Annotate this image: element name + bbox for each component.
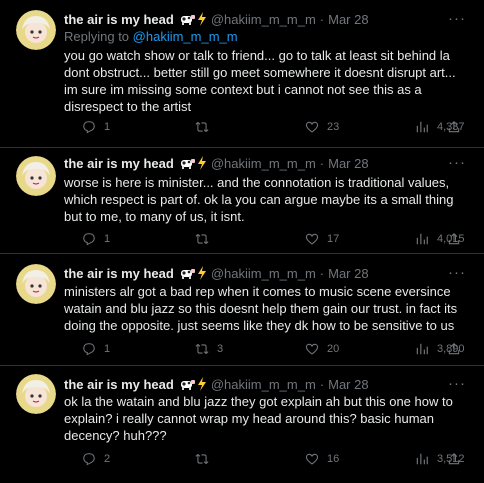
views-icon [416,343,428,355]
display-name[interactable]: the air is my head [64,12,174,27]
replying-to-label: Replying to [64,29,130,44]
reply-button[interactable]: 2 [82,452,110,466]
views-icon [416,233,428,245]
more-icon[interactable]: ··· [448,155,466,170]
like-count: 23 [327,121,340,133]
tweet-text: worse is here is minister... and the con… [64,175,454,224]
tweet-date[interactable]: Mar 28 [328,266,368,281]
tweet-date[interactable]: Mar 28 [328,377,368,392]
tweet-header: the air is my head @hakiim_m_m_m · Mar 2… [64,375,444,393]
share-icon [448,453,460,465]
avatar[interactable] [16,374,56,414]
share-button[interactable] [447,342,461,356]
lightning-emoji-icon [197,12,206,26]
like-button[interactable]: 20 [305,342,339,356]
tweet-date[interactable]: Mar 28 [328,12,368,27]
tweet-text: ministers alr got a bad rep when it come… [64,284,458,333]
more-icon[interactable]: ··· [448,11,466,26]
views-icon [416,121,428,133]
name-badges [179,377,207,391]
reply-icon [83,233,95,246]
name-badges [179,12,207,26]
tweet-text: ok la the watain and blu jazz they got e… [64,394,453,443]
views-icon [416,453,428,465]
like-button[interactable]: 23 [305,120,339,134]
retweet-count: 3 [217,343,224,355]
avatar[interactable] [16,264,56,304]
reply-count: 1 [104,233,111,245]
lightning-emoji-icon [197,377,206,391]
retweet-icon [195,233,209,245]
lightning-emoji-icon [197,156,206,170]
tweet-date[interactable]: Mar 28 [328,156,368,171]
separator: · [319,11,325,27]
avatar[interactable] [16,156,56,196]
retweet-button[interactable]: 3 [195,342,223,356]
avatar[interactable] [16,10,56,50]
like-count: 17 [327,233,340,245]
reply-button[interactable]: 1 [82,342,110,356]
name-badges [179,156,207,170]
like-icon [305,233,319,245]
retweet-icon [195,343,209,355]
retweet-button[interactable] [195,120,217,134]
tweet-4[interactable]: the air is my head @hakiim_m_m_m · Mar 2… [0,366,484,483]
separator: · [319,155,325,171]
reply-count: 2 [104,453,111,465]
share-button[interactable] [447,452,461,466]
reply-count: 1 [104,121,111,133]
tweet-header: the air is my head @hakiim_m_m_m · Mar 2… [64,264,444,282]
replying-to-handle[interactable]: @hakiim_m_m_m [133,29,238,44]
separator: · [319,265,325,281]
tweet-text: you go watch show or talk to friend... g… [64,48,456,114]
like-count: 16 [327,453,340,465]
cow-emoji-icon [180,14,195,25]
reply-icon [83,343,95,356]
like-icon [305,121,319,133]
separator: · [319,376,325,392]
like-button[interactable]: 16 [305,452,339,466]
reply-button[interactable]: 1 [82,120,110,134]
reply-count: 1 [104,343,111,355]
handle[interactable]: @hakiim_m_m_m [211,12,316,27]
tweet-header: the air is my head @hakiim_m_m_m · Mar 2… [64,154,444,172]
retweet-icon [195,453,209,465]
name-badges [179,266,207,280]
share-button[interactable] [447,120,461,134]
tweet-2[interactable]: the air is my head @hakiim_m_m_m · Mar 2… [0,148,484,254]
cow-emoji-icon [180,158,195,169]
display-name[interactable]: the air is my head [64,377,174,392]
reply-icon [83,453,95,466]
more-icon[interactable]: ··· [448,265,466,280]
tweet-header: the air is my head @hakiim_m_m_m · Mar 2… [64,10,444,28]
retweet-button[interactable] [195,232,217,246]
cow-emoji-icon [180,379,195,390]
share-icon [448,343,460,355]
display-name[interactable]: the air is my head [64,156,174,171]
more-icon[interactable]: ··· [448,376,466,391]
like-icon [305,453,319,465]
display-name[interactable]: the air is my head [64,266,174,281]
retweet-icon [195,121,209,133]
share-icon [448,121,460,133]
cow-emoji-icon [180,268,195,279]
handle[interactable]: @hakiim_m_m_m [211,266,316,281]
handle[interactable]: @hakiim_m_m_m [211,156,316,171]
lightning-emoji-icon [197,266,206,280]
replying-to: Replying to @hakiim_m_m_m [64,29,238,44]
like-icon [305,343,319,355]
tweet-3[interactable]: the air is my head @hakiim_m_m_m · Mar 2… [0,254,484,366]
like-count: 20 [327,343,340,355]
retweet-button[interactable] [195,452,217,466]
reply-thread: the air is my head @hakiim_m_m_m · Mar 2… [0,0,484,483]
share-button[interactable] [447,232,461,246]
tweet-1[interactable]: the air is my head @hakiim_m_m_m · Mar 2… [0,0,484,148]
reply-icon [83,121,95,134]
handle[interactable]: @hakiim_m_m_m [211,377,316,392]
like-button[interactable]: 17 [305,232,339,246]
reply-button[interactable]: 1 [82,232,110,246]
share-icon [448,233,460,245]
